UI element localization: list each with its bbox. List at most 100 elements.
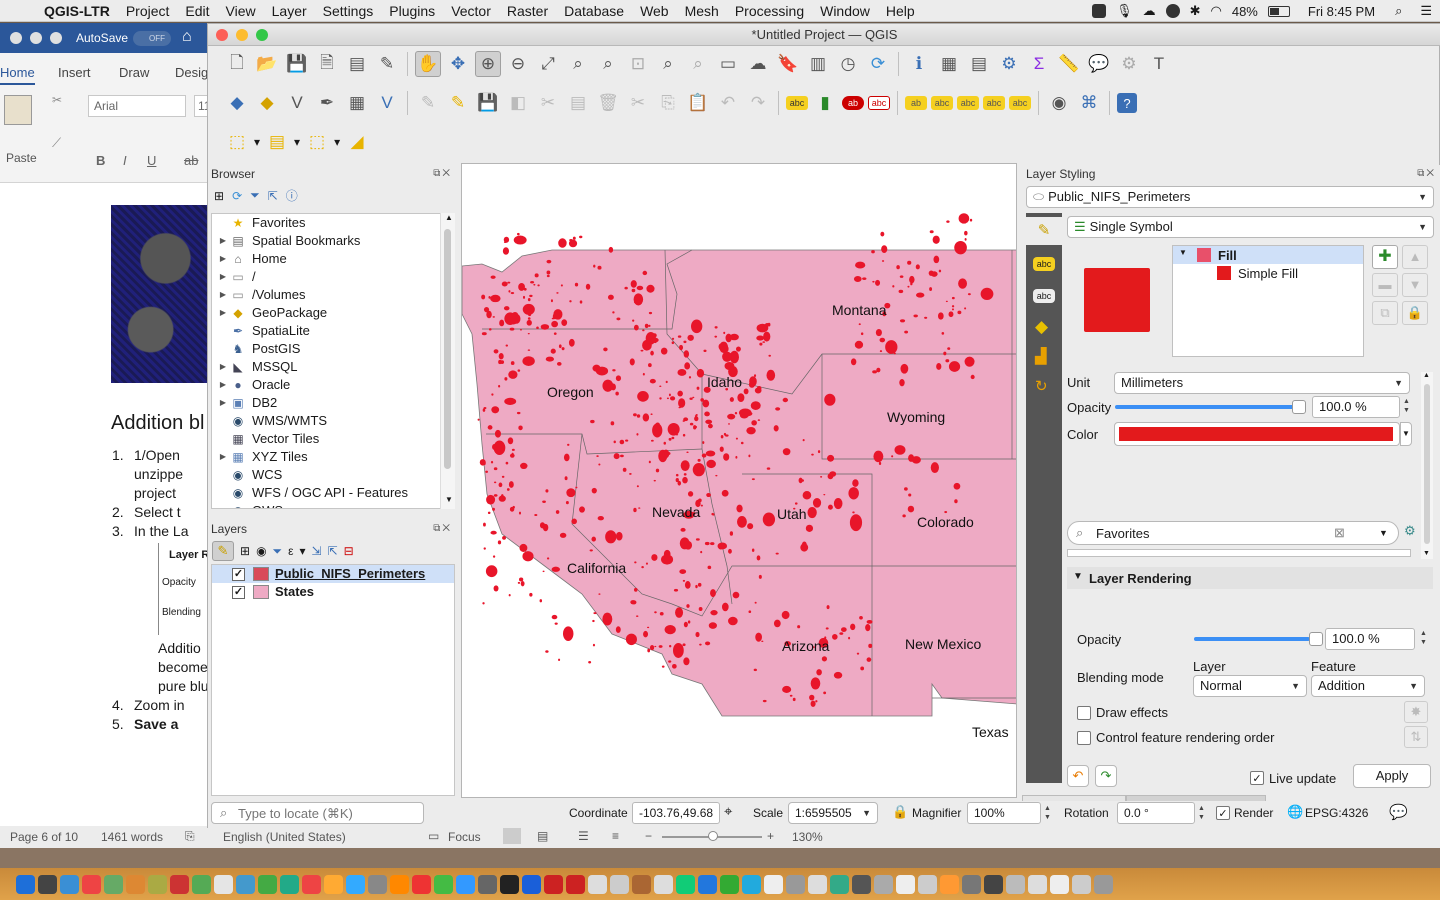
maximize-button[interactable]	[50, 32, 62, 44]
dock-app-icon[interactable]	[214, 874, 233, 894]
statistics-icon[interactable]: Σ	[1026, 51, 1052, 77]
effects-settings-icon[interactable]: ✸	[1404, 701, 1428, 723]
dock-app-icon[interactable]	[1094, 874, 1113, 894]
filter-expression-icon[interactable]: ε	[288, 544, 293, 558]
expand-all-icon[interactable]: ⇲	[312, 544, 322, 558]
new-project-icon[interactable]: 🗋	[224, 51, 250, 77]
expand-arrow-icon[interactable]: ▶	[216, 250, 230, 268]
opacity-spinner[interactable]: ▲ ▼	[1403, 397, 1410, 415]
save-edits-icon[interactable]: 💾	[475, 90, 501, 116]
globe-icon[interactable]: 🌐	[1287, 804, 1303, 820]
dock-app-icon[interactable]	[632, 874, 651, 894]
menu-database[interactable]: Database	[556, 3, 632, 19]
new-print-layout-icon[interactable]: 🗎	[314, 51, 340, 77]
browser-item[interactable]: ▶ ⌂ Home	[212, 250, 454, 268]
layer-blend-combo[interactable]: Normal ▼	[1193, 675, 1307, 697]
vertex-tool-icon[interactable]: ✂	[535, 90, 561, 116]
remove-layer-icon[interactable]: ⊟	[344, 544, 354, 558]
close-button[interactable]	[216, 29, 228, 41]
redo-style-icon[interactable]: ↷	[1095, 765, 1117, 787]
undo-style-icon[interactable]: ↶	[1067, 765, 1089, 787]
filter-icon[interactable]: ⏷	[250, 188, 260, 203]
deselect-features-icon[interactable]: ⬚	[304, 129, 330, 155]
dock-app-icon[interactable]	[764, 874, 783, 894]
wifi-icon[interactable]: ◠	[1211, 3, 1222, 19]
add-raster-icon[interactable]: ▦	[344, 90, 370, 116]
new-bookmark-icon[interactable]: 🔖	[775, 51, 801, 77]
skype-icon[interactable]	[1165, 4, 1180, 18]
dock-app-icon[interactable]	[324, 874, 343, 894]
autosave-toggle[interactable]: OFF	[133, 31, 171, 46]
expand-arrow-icon[interactable]: ▶	[216, 448, 230, 466]
select-by-value-icon[interactable]: ▤	[264, 129, 290, 155]
menu-raster[interactable]: Raster	[499, 3, 556, 19]
dock-app-icon[interactable]	[654, 874, 673, 894]
symbol-list[interactable]	[1067, 549, 1411, 557]
outline-icon[interactable]: ☰	[578, 829, 589, 843]
browser-item[interactable]: ◉ WFS / OGC API - Features	[212, 484, 454, 502]
text-annotation-icon[interactable]: T	[1146, 51, 1172, 77]
browser-item[interactable]: ▶ ▦ XYZ Tiles	[212, 448, 454, 466]
dock-app-icon[interactable]	[808, 874, 827, 894]
measure-icon[interactable]: 📏	[1056, 51, 1082, 77]
move-up-icon[interactable]: ▲	[1402, 245, 1428, 269]
collapse-all-icon[interactable]: ⇱	[328, 544, 338, 558]
zoom-layer-icon[interactable]: ⌕	[595, 51, 621, 77]
unit-combo[interactable]: Millimeters ▼	[1114, 372, 1410, 394]
dock-app-icon[interactable]	[104, 874, 123, 894]
panel-controls-icon[interactable]: ⧉✕	[1417, 168, 1436, 179]
opacity-slider[interactable]	[1115, 405, 1299, 409]
lock-layer-icon[interactable]: 🔒	[1402, 301, 1428, 325]
python-console-icon[interactable]: ⌘	[1076, 90, 1102, 116]
processing-toolbox-icon[interactable]: ⚙	[996, 51, 1022, 77]
layout-manager-icon[interactable]: ▤	[344, 51, 370, 77]
dock-app-icon[interactable]	[170, 874, 189, 894]
menu-edit[interactable]: Edit	[177, 3, 217, 19]
tab-home[interactable]: Home	[0, 65, 35, 85]
panel-controls-icon[interactable]: ⧉✕	[433, 168, 452, 179]
dock-app-icon[interactable]	[236, 874, 255, 894]
menu-project[interactable]: Project	[118, 3, 178, 19]
expand-arrow-icon[interactable]: ▶	[216, 376, 230, 394]
open-project-icon[interactable]: 📂	[254, 51, 280, 77]
style-manager-icon[interactable]: ⚙	[1404, 523, 1416, 539]
menu-plugins[interactable]: Plugins	[381, 3, 443, 19]
notification-center-icon[interactable]: ☰	[1420, 3, 1432, 19]
cut-features-icon[interactable]: ✂	[625, 90, 651, 116]
settings-icon[interactable]: ⚙	[1116, 51, 1142, 77]
layer-visibility-checkbox[interactable]: ✓	[232, 585, 245, 599]
new-3d-view-icon[interactable]: ☁	[745, 51, 771, 77]
scroll-down-icon[interactable]: ▼	[445, 495, 453, 504]
symbol-scrollbar[interactable]: ▲ ▼	[1421, 372, 1433, 559]
menu-vector[interactable]: Vector	[443, 3, 499, 19]
dock-app-icon[interactable]	[896, 874, 915, 894]
dock-app-icon[interactable]	[940, 874, 959, 894]
order-settings-icon[interactable]: ⇅	[1404, 726, 1428, 748]
print-layout-icon[interactable]	[503, 828, 521, 844]
menu-layer[interactable]: Layer	[264, 3, 315, 19]
refresh-icon[interactable]: ⟳	[865, 51, 891, 77]
paste-icon[interactable]	[4, 95, 32, 125]
browser-item[interactable]: ▶ ◣ MSSQL	[212, 358, 454, 376]
home-icon[interactable]: ⌂	[182, 28, 192, 46]
maximize-button[interactable]	[256, 29, 268, 41]
manage-themes-icon[interactable]: ◉	[256, 544, 266, 558]
dock-app-icon[interactable]	[478, 874, 497, 894]
browser-item[interactable]: ◉ WCS	[212, 466, 454, 484]
refresh-icon[interactable]: ⟳	[232, 189, 242, 203]
zoom-out-icon[interactable]: ⊖	[505, 51, 531, 77]
locator-input[interactable]	[238, 804, 418, 822]
dock-app-icon[interactable]	[16, 874, 35, 894]
browser-item[interactable]: ▶ ▤ Spatial Bookmarks	[212, 232, 454, 250]
add-feature-icon[interactable]: ◧	[505, 90, 531, 116]
paste-features-icon[interactable]: 📋	[685, 90, 711, 116]
layer-combo[interactable]: ⬭ Public_NIFS_Perimeters ▼	[1026, 186, 1434, 208]
menu-window[interactable]: Window	[812, 3, 878, 19]
menu-mesh[interactable]: Mesh	[677, 3, 727, 19]
add-wms-icon[interactable]: V	[374, 90, 400, 116]
dock-app-icon[interactable]	[544, 874, 563, 894]
dock-app-icon[interactable]	[918, 874, 937, 894]
new-geopackage-icon[interactable]: ◆	[254, 90, 280, 116]
opacity-field[interactable]: 100.0 %	[1312, 396, 1400, 418]
status-page[interactable]: Page 6 of 10	[10, 830, 78, 844]
